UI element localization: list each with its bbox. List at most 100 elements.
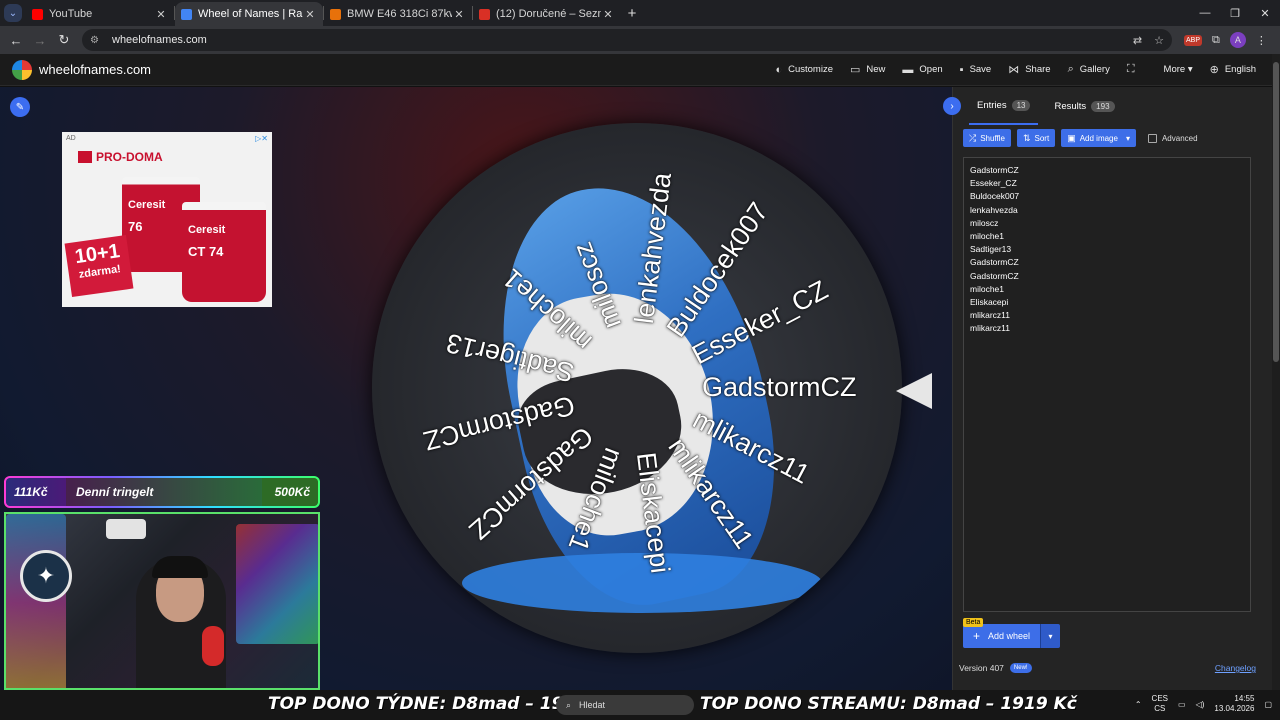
- streamer-webcam: ✦: [4, 512, 320, 690]
- close-window-button[interactable]: ✕: [1250, 7, 1280, 20]
- advanced-checkbox[interactable]: Advanced: [1147, 133, 1198, 143]
- entry-line: mlikarcz11: [970, 323, 1010, 334]
- entries-count-badge: 13: [1011, 99, 1031, 111]
- wheel-pointer-icon: [896, 373, 932, 409]
- menu-file[interactable]: ▭ New: [850, 63, 885, 76]
- add-wheel-button[interactable]: + Add wheel: [963, 624, 1041, 648]
- palette-icon: ◐: [775, 63, 783, 76]
- entry-line: GadstormCZ: [970, 165, 1019, 175]
- site-info-icon[interactable]: ⚙: [90, 35, 104, 46]
- ad-label: AD: [66, 135, 76, 142]
- beta-badge: Beta: [963, 618, 984, 627]
- tab-results[interactable]: Results 193: [1046, 87, 1122, 125]
- entry-line: Sadtiger13: [970, 244, 1012, 255]
- tab-favicon-icon: [479, 8, 490, 20]
- forward-button[interactable]: →: [28, 33, 52, 48]
- ad-brand: PRO-DOMA: [78, 150, 163, 164]
- browser-tab[interactable]: Wheel of Names | Random name picker✕: [175, 2, 323, 26]
- page-scrollbar[interactable]: [1272, 54, 1280, 690]
- extensions-icon[interactable]: ⧉: [1212, 34, 1220, 47]
- search-icon: ⌕: [566, 699, 572, 710]
- menu-fullscreen[interactable]: ⛶: [1127, 63, 1141, 76]
- close-tab-icon[interactable]: ✕: [452, 8, 466, 21]
- adblock-icon[interactable]: ABP: [1184, 34, 1203, 46]
- image-icon: ▣: [1067, 132, 1076, 143]
- volume-icon[interactable]: ◁): [1196, 700, 1205, 709]
- browser-tab[interactable]: BMW E46 318Ci 87kw individual✕: [324, 2, 472, 26]
- donation-target: 500Kč: [262, 478, 318, 506]
- menu-share[interactable]: ⋈ Share: [1008, 63, 1050, 76]
- close-tab-icon[interactable]: ✕: [303, 8, 317, 21]
- tab-favicon-icon: [181, 8, 192, 20]
- taskbar-search[interactable]: ⌕ Hledat: [556, 695, 694, 715]
- back-button[interactable]: ←: [4, 33, 28, 48]
- tab-entries[interactable]: Entries 13: [969, 87, 1039, 125]
- advertisement[interactable]: AD ▷✕ PRO-DOMA Ceresit 76 Ceresit CT 74 …: [62, 132, 272, 307]
- chevron-down-icon: ▾: [1125, 133, 1130, 143]
- entry-line: Buldocek007: [970, 191, 1020, 202]
- language-indicator[interactable]: CES CS: [1152, 694, 1168, 714]
- restore-button[interactable]: ❐: [1220, 7, 1250, 20]
- close-tab-icon[interactable]: ✕: [601, 8, 615, 21]
- menu-search[interactable]: ⌕ Gallery: [1068, 63, 1110, 76]
- address-bar[interactable]: ⚙ wheelofnames.com ⇄ ☆: [82, 29, 1172, 51]
- browser-tab[interactable]: (12) Doručené – Seznam Email✕: [473, 2, 621, 26]
- mercedes-logo-icon: ✦: [20, 550, 72, 602]
- notification-icon[interactable]: ▢: [1264, 700, 1272, 709]
- site-name[interactable]: wheelofnames.com: [39, 62, 151, 77]
- clock[interactable]: 14:55 13.04.2026: [1214, 694, 1254, 714]
- changelog-link[interactable]: Changelog: [1215, 663, 1256, 673]
- taskbar: TOP DONO TÝDNE: D8mad – 1919 Kč ⌕ Hledat …: [0, 690, 1280, 720]
- chrome-menu-icon[interactable]: ⋮: [1256, 34, 1267, 47]
- ad-product-bucket: Ceresit CT 74: [182, 202, 266, 302]
- browser-toolbar: ← → ↻ ⚙ wheelofnames.com ⇄ ☆ ABP ⧉ A ⋮: [0, 26, 1280, 54]
- entry-line: Eliskacepi: [970, 297, 1009, 308]
- site-logo-icon[interactable]: [12, 59, 32, 80]
- edit-pencil-icon[interactable]: ✎: [10, 97, 30, 117]
- browser-tab[interactable]: YouTube ✕: [26, 2, 174, 26]
- plus-icon: +: [973, 629, 981, 643]
- folder-icon: ▬: [902, 63, 914, 76]
- entry-line: mlikarcz11: [970, 310, 1010, 321]
- tab-search-button[interactable]: ⌄: [0, 0, 26, 26]
- top-dono-stream-ticker: TOP DONO STREAMU: D8mad – 1919 Kč: [700, 694, 1077, 714]
- close-tab-icon[interactable]: ✕: [154, 8, 168, 21]
- entry-line: GadstormCZ: [970, 270, 1019, 281]
- entry-line: miloche1: [970, 283, 1005, 294]
- wheel-area: ✎ AD ▷✕ PRO-DOMA Ceresit 76 Ceresit CT 7…: [0, 87, 952, 690]
- donation-goal-bar: 111Kč Denní tringelt 500Kč: [4, 476, 320, 508]
- ad-choices-icon[interactable]: ▷✕: [255, 134, 268, 143]
- tray-chevron-up-icon[interactable]: ⌃: [1135, 700, 1142, 709]
- minimize-button[interactable]: —: [1190, 7, 1220, 20]
- translate-icon[interactable]: ⇄: [1133, 34, 1142, 47]
- save-icon: ▪: [959, 63, 964, 76]
- collapse-panel-icon[interactable]: ›: [943, 97, 961, 115]
- bookmark-star-icon[interactable]: ☆: [1154, 34, 1164, 47]
- menu-save[interactable]: ▪ Save: [960, 64, 992, 76]
- browser-tab-bar: ⌄ YouTube✕Wheel of Names | Random name p…: [0, 0, 1280, 26]
- add-wheel-dropdown-button[interactable]: ▾: [1040, 624, 1061, 648]
- entry-line: lenkahvezda: [970, 204, 1018, 215]
- address-text: wheelofnames.com: [112, 34, 207, 46]
- entry-line: miloscz: [970, 217, 999, 228]
- new-tab-button[interactable]: +: [621, 5, 643, 22]
- entry-line: GadstormCZ: [970, 257, 1019, 268]
- file-icon: ▭: [849, 64, 861, 76]
- menu-chevron-down[interactable]: More ▾: [1158, 64, 1193, 75]
- donation-title: Denní tringelt: [66, 478, 262, 506]
- fullscreen-icon: ⛶: [1126, 63, 1135, 75]
- reload-button[interactable]: ↻: [52, 32, 76, 48]
- monitor-icon[interactable]: ▭: [1178, 700, 1186, 709]
- add-image-button[interactable]: ▣ Add image ▾: [1061, 129, 1136, 147]
- shuffle-button[interactable]: ⤮ Shuffle: [963, 129, 1011, 147]
- share-icon: ⋈: [1008, 64, 1020, 76]
- menu-globe[interactable]: ⊕ English: [1210, 63, 1256, 76]
- profile-avatar[interactable]: A: [1229, 32, 1246, 48]
- sort-button[interactable]: ⇅ Sort: [1016, 129, 1056, 147]
- site-menu: ◐ Customize ▭ New ▬ Open ▪ Save ⋈ Share ⌕ Gallery ⛶ M…: [758, 63, 1256, 76]
- menu-folder[interactable]: ▬ Open: [902, 64, 942, 76]
- shuffle-icon: ⤮: [969, 132, 977, 143]
- menu-palette[interactable]: ◐ Customize: [775, 64, 833, 76]
- site-header: wheelofnames.com ◐ Customize ▭ New ▬ Open ▪ Sav…: [0, 54, 1272, 86]
- entries-textarea[interactable]: GadstormCZ Esseker_CZ Buldocek007 lenkahvez…: [963, 157, 1251, 612]
